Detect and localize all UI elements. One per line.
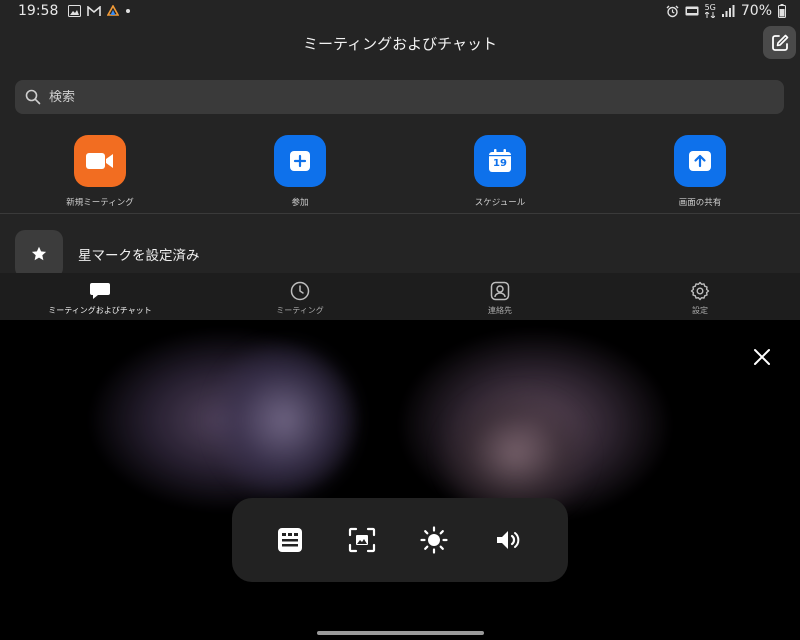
- wallpaper-shape: [210, 340, 360, 500]
- schedule-action[interactable]: 19 スケジュール: [440, 135, 560, 208]
- calendar-day: 19: [493, 158, 507, 169]
- close-icon: [753, 348, 771, 366]
- divider: [0, 213, 800, 214]
- star-icon: [31, 246, 47, 262]
- screenshot-icon: [348, 527, 376, 553]
- tab-label: 設定: [692, 306, 708, 315]
- share-screen-button[interactable]: [674, 135, 726, 187]
- status-time: 19:58: [18, 3, 59, 19]
- new-meeting-action[interactable]: 新規ミーティング: [40, 135, 160, 208]
- caption-button[interactable]: [272, 522, 308, 558]
- starred-item[interactable]: 星マークを設定済み: [15, 230, 200, 278]
- tab-label: 連絡先: [488, 306, 512, 315]
- bottom-tab-bar: ミーティングおよびチャット ミーティング 連絡先 設定: [0, 273, 800, 320]
- clock-icon: [200, 280, 400, 302]
- plus-icon: [289, 150, 311, 172]
- volume-button[interactable]: [490, 522, 526, 558]
- tab-label: ミーティングおよびチャット: [48, 306, 152, 315]
- compose-icon: [770, 33, 790, 53]
- chat-bubble-icon: [0, 280, 200, 302]
- 5g-icon: 5G: [705, 3, 716, 19]
- battery-percent: 70%: [740, 3, 772, 19]
- starred-tile: [15, 230, 63, 278]
- alarm-icon: [666, 3, 679, 19]
- screenshot-button[interactable]: [344, 522, 380, 558]
- zoom-app: 19:58 5G 70% ミーティングおよびチャット 検索 新規ミーティング 参…: [0, 0, 800, 320]
- tab-meetings-and-chat[interactable]: ミーティングおよびチャット: [0, 280, 200, 316]
- network-label: 5G: [704, 3, 716, 12]
- close-button[interactable]: [750, 345, 774, 369]
- blurred-wallpaper: [0, 320, 800, 640]
- contact-icon: [400, 280, 600, 302]
- brightness-button[interactable]: [416, 522, 452, 558]
- gmail-icon: [87, 3, 102, 19]
- search-input[interactable]: [49, 89, 749, 105]
- compose-button[interactable]: [763, 26, 796, 59]
- calendar-icon: 19: [488, 149, 512, 173]
- status-bar: 19:58 5G 70%: [0, 0, 800, 24]
- schedule-button[interactable]: 19: [474, 135, 526, 187]
- search-icon: [25, 89, 41, 105]
- join-action[interactable]: 参加: [240, 135, 360, 208]
- tab-label: ミーティング: [276, 306, 324, 315]
- brightness-icon: [420, 526, 448, 554]
- status-left: 19:58: [18, 3, 131, 19]
- status-right: 5G 70%: [666, 3, 786, 19]
- tab-contacts[interactable]: 連絡先: [400, 280, 600, 316]
- signal-icon: [721, 3, 735, 19]
- battery-icon: [778, 3, 786, 19]
- page-title: ミーティングおよびチャット: [303, 35, 497, 53]
- app-icon: [107, 3, 120, 19]
- video-camera-icon: [86, 152, 114, 170]
- volume-icon: [495, 529, 521, 551]
- quick-controls-panel: [232, 498, 568, 582]
- join-label: 参加: [291, 198, 309, 208]
- gear-icon: [600, 280, 800, 302]
- new-meeting-label: 新規ミーティング: [66, 198, 134, 208]
- tab-settings[interactable]: 設定: [600, 280, 800, 316]
- join-button[interactable]: [274, 135, 326, 187]
- caption-icon: [277, 527, 303, 553]
- new-meeting-button[interactable]: [74, 135, 126, 187]
- gesture-home-bar[interactable]: [317, 631, 484, 635]
- search-bar[interactable]: [15, 80, 784, 114]
- tab-meetings[interactable]: ミーティング: [200, 280, 400, 316]
- starred-label: 星マークを設定済み: [78, 248, 200, 264]
- share-up-arrow-icon: [688, 150, 712, 172]
- schedule-label: スケジュール: [474, 198, 526, 208]
- volte-icon: [685, 3, 699, 19]
- gallery-icon: [68, 3, 82, 19]
- dot-icon: [125, 3, 131, 19]
- share-screen-action[interactable]: 画面の共有: [640, 135, 760, 208]
- share-screen-label: 画面の共有: [678, 198, 722, 208]
